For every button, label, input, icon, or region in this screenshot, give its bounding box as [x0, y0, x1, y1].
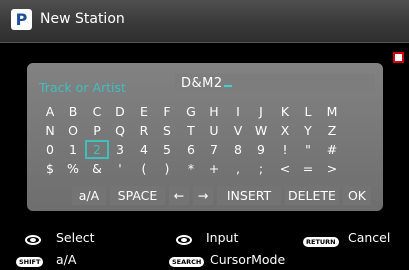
key-1-12[interactable]: Z [320, 121, 344, 140]
search-input[interactable]: D&M2 [175, 74, 375, 94]
key-1-6[interactable]: T [179, 121, 203, 140]
key-0-10[interactable]: K [273, 102, 297, 121]
key-0-12[interactable]: M [320, 102, 344, 121]
input-hint: Input [206, 230, 239, 245]
key-0-4[interactable]: E [132, 102, 156, 121]
cursor-right-button[interactable]: → [193, 186, 213, 205]
key-0-11[interactable]: L [296, 102, 320, 121]
key-0-1[interactable]: B [61, 102, 85, 121]
key-0-0[interactable]: A [38, 102, 62, 121]
key-1-0[interactable]: N [38, 121, 62, 140]
shift-badge-icon: SHIFT [16, 257, 44, 267]
key-1-2[interactable]: P [85, 121, 109, 140]
key-3-11[interactable]: = [296, 159, 320, 178]
key-3-6[interactable]: * [179, 159, 203, 178]
key-3-7[interactable]: + [202, 159, 226, 178]
key-2-11[interactable]: " [296, 140, 320, 159]
search-input-text: D&M2 [181, 76, 223, 91]
input-button-icon [176, 235, 192, 245]
key-1-9[interactable]: W [249, 121, 273, 140]
text-cursor [223, 85, 232, 87]
field-label: Track or Artist [39, 80, 126, 95]
key-2-1[interactable]: 1 [61, 140, 85, 159]
status-indicator-icon [393, 52, 404, 63]
select-button-icon [25, 235, 41, 245]
key-3-9[interactable]: ; [249, 159, 273, 178]
space-button[interactable]: SPACE [110, 186, 165, 205]
cursor-left-button[interactable]: ← [169, 186, 189, 205]
cursor-mode-hint: CursorMode [210, 252, 286, 267]
title-bar: P New Station [0, 0, 409, 43]
key-0-3[interactable]: D [108, 102, 132, 121]
key-2-10[interactable]: ! [273, 140, 297, 159]
key-0-8[interactable]: I [226, 102, 250, 121]
key-2-6[interactable]: 6 [179, 140, 203, 159]
key-3-5[interactable]: ) [155, 159, 179, 178]
key-1-10[interactable]: X [273, 121, 297, 140]
key-3-8[interactable]: , [226, 159, 250, 178]
key-0-6[interactable]: G [179, 102, 203, 121]
key-2-0[interactable]: 0 [38, 140, 62, 159]
key-1-8[interactable]: V [226, 121, 250, 140]
key-2-2[interactable]: 2 [85, 140, 109, 159]
key-2-3[interactable]: 3 [108, 140, 132, 159]
return-badge-icon: RETURN [303, 237, 339, 247]
key-2-9[interactable]: 9 [249, 140, 273, 159]
key-2-5[interactable]: 5 [155, 140, 179, 159]
key-1-5[interactable]: S [155, 121, 179, 140]
key-1-11[interactable]: Y [296, 121, 320, 140]
delete-button[interactable]: DELETE [285, 186, 339, 205]
key-0-5[interactable]: F [155, 102, 179, 121]
key-0-9[interactable]: J [249, 102, 273, 121]
key-3-12[interactable]: > [320, 159, 344, 178]
pandora-logo-icon: P [11, 9, 32, 30]
select-hint: Select [56, 230, 95, 245]
key-0-2[interactable]: C [85, 102, 109, 121]
key-3-0[interactable]: $ [38, 159, 62, 178]
cancel-hint: Cancel [348, 230, 391, 245]
key-1-4[interactable]: R [132, 121, 156, 140]
key-2-12[interactable]: # [320, 140, 344, 159]
insert-button[interactable]: INSERT [217, 186, 281, 205]
page-title: New Station [40, 11, 125, 27]
key-1-1[interactable]: O [61, 121, 85, 140]
shift-hint: a/A [56, 252, 77, 267]
search-badge-icon: SEARCH [169, 257, 205, 267]
key-2-7[interactable]: 7 [202, 140, 226, 159]
key-2-4[interactable]: 4 [132, 140, 156, 159]
key-3-1[interactable]: % [61, 159, 85, 178]
search-input-value: D&M2 [181, 76, 232, 91]
key-3-4[interactable]: ( [132, 159, 156, 178]
key-3-3[interactable]: ' [108, 159, 132, 178]
key-1-7[interactable]: U [202, 121, 226, 140]
key-1-3[interactable]: Q [108, 121, 132, 140]
key-3-10[interactable]: < [273, 159, 297, 178]
key-0-7[interactable]: H [202, 102, 226, 121]
case-toggle-button[interactable]: a/A [72, 186, 106, 205]
key-2-8[interactable]: 8 [226, 140, 250, 159]
logo-letter: P [15, 10, 28, 29]
keyboard-panel: Track or Artist D&M2 ABCDEFGHIJKLMNOPQRS… [27, 63, 383, 211]
key-3-2[interactable]: & [85, 159, 109, 178]
ok-button[interactable]: OK [343, 186, 371, 205]
